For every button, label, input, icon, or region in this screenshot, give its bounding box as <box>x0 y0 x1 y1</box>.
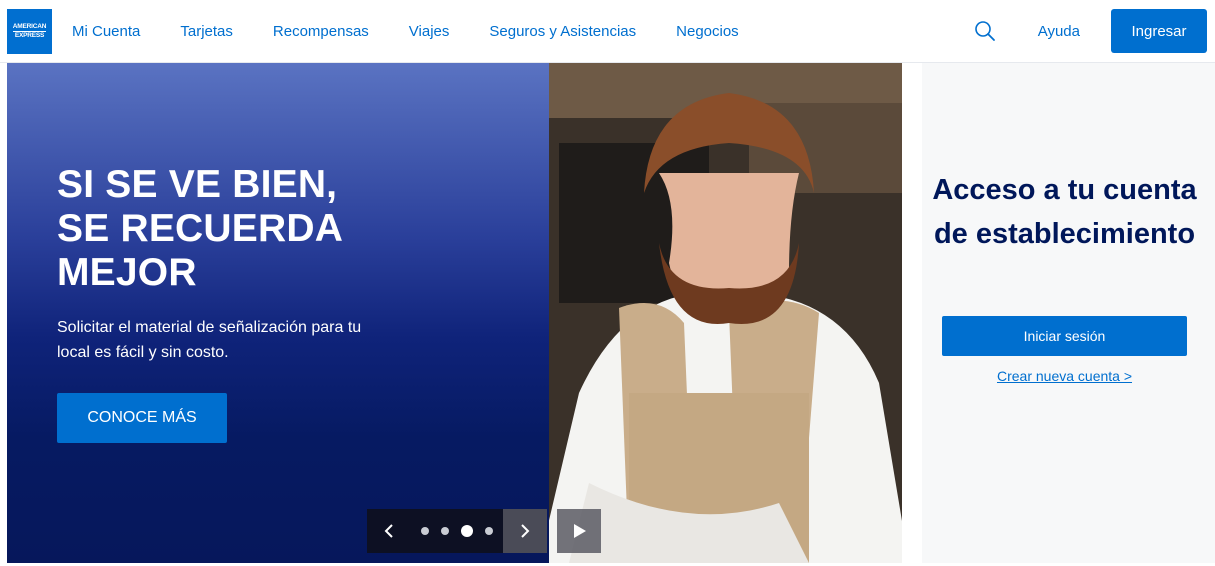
carousel-dot[interactable] <box>421 527 429 535</box>
hero-title-line: MEJOR <box>57 251 197 294</box>
man-with-beard-in-apron-photo <box>539 63 902 563</box>
chevron-left-icon <box>384 524 393 538</box>
nav-link-tarjetas[interactable]: Tarjetas <box>180 23 233 40</box>
carousel-prev-button[interactable] <box>367 509 411 553</box>
hero-title: SI SE VE BIEN, SE RECUERDA MEJOR <box>57 163 387 295</box>
hero-gradient-panel <box>7 63 549 563</box>
search-icon[interactable] <box>974 20 996 42</box>
hero-title-line: SI SE VE BIEN, <box>57 163 338 206</box>
hero-subtitle: Solicitar el material de señalización pa… <box>57 319 362 361</box>
top-navigation-bar: American Express Mi Cuenta Tarjetas Reco… <box>0 0 1215 63</box>
nav-right-actions: Ayuda Ingresar <box>974 9 1207 53</box>
carousel-play-button[interactable] <box>557 509 601 553</box>
carousel-controls <box>367 509 601 553</box>
american-express-logo[interactable]: American Express <box>7 9 52 54</box>
logo-text-line2: Express <box>14 32 45 39</box>
account-access-panel: Acceso a tu cuenta de establecimiento In… <box>922 63 1215 563</box>
iniciar-sesion-button[interactable]: Iniciar sesión <box>942 316 1187 356</box>
main-nav-links: Mi Cuenta Tarjetas Recompensas Viajes Se… <box>72 0 779 63</box>
carousel-dot[interactable] <box>441 527 449 535</box>
carousel-dots <box>411 509 503 553</box>
help-link[interactable]: Ayuda <box>1038 23 1080 40</box>
play-icon <box>574 524 586 538</box>
hero-title-line: SE RECUERDA <box>57 207 344 250</box>
login-button[interactable]: Ingresar <box>1111 9 1207 53</box>
hero-carousel: SI SE VE BIEN, SE RECUERDA MEJOR Solicit… <box>7 63 902 563</box>
nav-link-mi-cuenta[interactable]: Mi Cuenta <box>72 23 140 40</box>
chevron-right-icon <box>521 524 530 538</box>
nav-link-recompensas[interactable]: Recompensas <box>273 23 369 40</box>
conoce-mas-button[interactable]: CONOCE MÁS <box>57 393 227 443</box>
carousel-dot[interactable] <box>485 527 493 535</box>
logo-text-line1: American <box>12 23 47 32</box>
nav-link-negocios[interactable]: Negocios <box>676 23 739 40</box>
nav-link-viajes[interactable]: Viajes <box>409 23 450 40</box>
create-account-link[interactable]: Crear nueva cuenta > <box>922 368 1207 384</box>
photo-illustration <box>539 63 902 563</box>
carousel-nav <box>367 509 547 553</box>
account-panel-title: Acceso a tu cuenta de establecimiento <box>932 174 1197 250</box>
carousel-dot-active[interactable] <box>461 525 473 537</box>
nav-link-seguros[interactable]: Seguros y Asistencias <box>489 23 636 40</box>
carousel-next-button[interactable] <box>503 509 547 553</box>
